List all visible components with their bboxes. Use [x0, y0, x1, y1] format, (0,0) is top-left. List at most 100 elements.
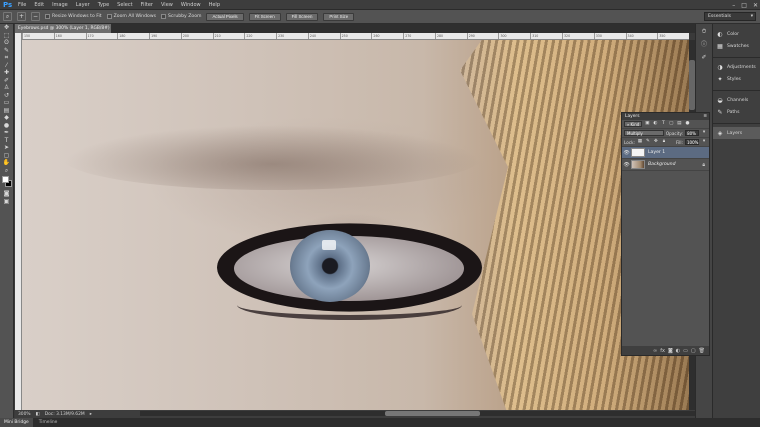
tab-mini-bridge[interactable]: Mini Bridge [0, 418, 33, 427]
workspace-switcher[interactable]: Essentials ▾ [704, 12, 756, 21]
fill-screen-button[interactable]: Fill Screen [285, 12, 319, 21]
move-tool-icon[interactable]: ✥ [2, 24, 12, 32]
layer-row[interactable]: 👁︎ Background 🔒︎ [622, 159, 709, 171]
delete-layer-icon[interactable]: 🗑︎ [699, 348, 705, 354]
add-mask-icon[interactable]: ◙ [668, 348, 673, 354]
zoom-tool-icon[interactable]: ⌕ [3, 12, 12, 21]
dock-item-styles[interactable]: ✦ Styles [713, 73, 760, 85]
dock-item-adjustments[interactable]: ◑ Adjustments [713, 61, 760, 73]
lasso-tool-icon[interactable]: ʘ [2, 39, 12, 47]
ruler-vertical[interactable] [15, 33, 22, 410]
menu-view[interactable]: View [157, 0, 177, 10]
layers-panel-header[interactable]: Layers ≡ [622, 113, 709, 120]
link-layers-icon[interactable]: ∞ [653, 348, 657, 354]
quick-mask-icon[interactable]: ◙ [2, 190, 12, 198]
menu-layer[interactable]: Layer [72, 0, 94, 10]
horizontal-scrollbar[interactable] [140, 411, 695, 416]
history-icon[interactable]: ⏱ [699, 27, 710, 37]
status-menu-icon[interactable]: ▸ [90, 412, 92, 417]
lock-transparent-icon[interactable]: ▦ [637, 139, 643, 145]
dock-item-color[interactable]: ◐ Color [713, 28, 760, 40]
lock-image-icon[interactable]: ✎ [645, 139, 651, 145]
menu-image[interactable]: Image [48, 0, 72, 10]
gradient-tool-icon[interactable]: ▤ [2, 107, 12, 115]
checkbox-box[interactable] [160, 14, 166, 19]
layer-name[interactable]: Layer 1 [648, 150, 665, 155]
eye-icon[interactable]: 👁︎ [622, 150, 631, 156]
smart-object-filter-icon[interactable]: ▤ [676, 121, 682, 127]
panel-menu-icon[interactable]: ≡ [703, 113, 707, 120]
hand-tool-icon[interactable]: ✋ [2, 159, 12, 167]
eyedropper-tool-icon[interactable]: ⁄ [2, 62, 12, 70]
marquee-tool-icon[interactable]: ⬚ [2, 32, 12, 40]
close-icon[interactable]: ✕ [753, 2, 758, 9]
pen-tool-icon[interactable]: ✒ [2, 129, 12, 137]
new-adjustment-icon[interactable]: ◐ [676, 348, 680, 354]
fit-screen-button[interactable]: Fit Screen [248, 12, 281, 21]
color-swatches[interactable] [1, 176, 13, 188]
new-layer-icon[interactable]: ▢ [691, 348, 696, 354]
menu-window[interactable]: Window [177, 0, 205, 10]
actual-pixels-button[interactable]: Actual Pixels [206, 12, 244, 21]
chevron-down-icon[interactable]: ▾ [701, 139, 707, 145]
opacity-input[interactable]: 80% [685, 130, 700, 136]
dock-item-layers[interactable]: ◈ Layers [713, 127, 760, 139]
type-filter-icon[interactable]: T [660, 121, 666, 127]
lock-position-icon[interactable]: ✥ [653, 139, 659, 145]
dock-item-paths[interactable]: ✎ Paths [713, 106, 760, 118]
zoom-out-icon[interactable]: − [31, 12, 40, 21]
zoom-tool-icon[interactable]: ⌕ [2, 167, 12, 175]
healing-brush-tool-icon[interactable]: ✚ [2, 69, 12, 77]
filter-toggle-icon[interactable]: ● [684, 121, 690, 127]
menu-filter[interactable]: Filter [137, 0, 157, 10]
resize-windows-checkbox[interactable]: Resize Windows to Fit [45, 14, 102, 19]
zoom-level[interactable]: 300% [18, 412, 31, 417]
foreground-color-swatch[interactable] [1, 176, 9, 183]
horizontal-scroll-thumb[interactable] [385, 411, 480, 416]
blend-mode-select[interactable]: Multiply [624, 130, 664, 136]
screen-mode-icon[interactable]: ▣ [2, 198, 12, 206]
quick-select-tool-icon[interactable]: ✎ [2, 47, 12, 55]
blur-tool-icon[interactable]: ◆ [2, 114, 12, 122]
shape-tool-icon[interactable]: ▢ [2, 152, 12, 160]
shape-filter-icon[interactable]: ▢ [668, 121, 674, 127]
menu-edit[interactable]: Edit [30, 0, 48, 10]
menu-type[interactable]: Type [94, 0, 113, 10]
fill-input[interactable]: 100% [685, 139, 699, 145]
document-tab[interactable]: Eyebrows.psd @ 300% (Layer 1, RGB/8#) [15, 24, 111, 33]
adjustment-filter-icon[interactable]: ◐ [652, 121, 658, 127]
minimize-icon[interactable]: – [732, 2, 735, 9]
filter-kind-select[interactable]: ⌕ Kind [624, 121, 643, 127]
zoom-all-windows-checkbox[interactable]: Zoom All Windows [106, 14, 156, 19]
new-group-icon[interactable]: ▭ [683, 348, 688, 354]
zoom-in-icon[interactable]: + [17, 12, 26, 21]
clone-stamp-tool-icon[interactable]: ♙ [2, 84, 12, 92]
menu-file[interactable]: File [14, 0, 30, 10]
dock-item-channels[interactable]: ◒ Channels [713, 94, 760, 106]
tab-timeline[interactable]: Timeline [35, 418, 62, 427]
canvas-image[interactable] [22, 40, 689, 410]
checkbox-box[interactable] [45, 14, 50, 19]
checkbox-box[interactable] [106, 14, 112, 19]
maximize-icon[interactable]: □ [741, 2, 747, 9]
lock-all-icon[interactable]: 🔒︎ [661, 139, 667, 145]
eraser-tool-icon[interactable]: ▭ [2, 99, 12, 107]
eye-icon[interactable]: 👁︎ [622, 162, 631, 168]
path-selection-tool-icon[interactable]: ➤ [2, 144, 12, 152]
layer-row[interactable]: 👁︎ Layer 1 [622, 147, 709, 159]
brush-tool-icon[interactable]: ✐ [2, 77, 12, 85]
chevron-down-icon[interactable]: ▾ [701, 130, 707, 136]
menu-select[interactable]: Select [113, 0, 136, 10]
dodge-tool-icon[interactable]: ● [2, 122, 12, 130]
history-brush-tool-icon[interactable]: ↺ [2, 92, 12, 100]
print-size-button[interactable]: Print Size [323, 12, 355, 21]
layer-name[interactable]: Background [648, 162, 676, 167]
brush-presets-icon[interactable]: ✐ [699, 53, 710, 63]
properties-icon[interactable]: ⓘ [699, 40, 710, 50]
crop-tool-icon[interactable]: ⌗ [2, 54, 12, 62]
layer-style-icon[interactable]: fx [660, 348, 665, 354]
scrubby-zoom-checkbox[interactable]: Scrubby Zoom [160, 14, 201, 19]
type-tool-icon[interactable]: T [2, 137, 12, 145]
pixel-filter-icon[interactable]: ▣ [644, 121, 650, 127]
dock-item-swatches[interactable]: ▦ Swatches [713, 40, 760, 52]
